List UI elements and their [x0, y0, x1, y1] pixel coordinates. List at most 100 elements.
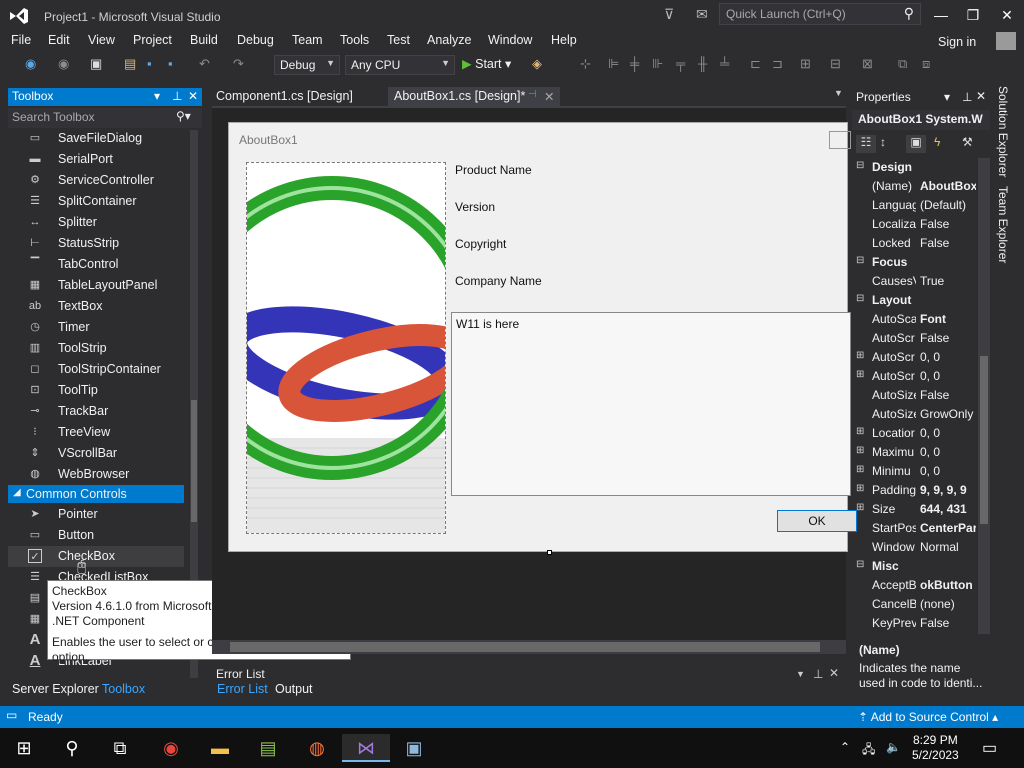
pin-icon[interactable]: ⊥: [962, 90, 972, 104]
tab-solution-explorer[interactable]: Solution Explorer: [996, 86, 1010, 177]
account-icon[interactable]: [996, 32, 1016, 50]
menu-debug[interactable]: Debug: [237, 33, 274, 47]
new-project-icon[interactable]: ▣: [90, 56, 102, 72]
property-value[interactable]: False: [920, 236, 976, 250]
property-value[interactable]: Font: [920, 312, 976, 326]
toolbox-item-tooltip[interactable]: ⊡ ToolTip: [8, 380, 184, 401]
chevron-up-icon[interactable]: ⌃: [840, 740, 850, 754]
expand-icon[interactable]: ⊞: [856, 483, 864, 494]
tab-output[interactable]: Output: [275, 682, 313, 696]
designer-scroll-thumb[interactable]: [230, 642, 820, 652]
property-row[interactable]: AutoSize GrowOnly: [852, 405, 976, 424]
notepad-plus-icon[interactable]: ▤: [254, 734, 282, 762]
align-centers-icon[interactable]: ╪: [630, 56, 639, 71]
dropdown-icon[interactable]: ▼: [796, 669, 805, 679]
menu-window[interactable]: Window: [488, 33, 532, 47]
property-value[interactable]: (none): [920, 597, 976, 611]
toolbox-item-treeview[interactable]: ⁝ TreeView: [8, 422, 184, 443]
feedback-icon[interactable]: ✉: [696, 6, 708, 23]
toolbox-item-splitter[interactable]: ↔ Splitter: [8, 212, 184, 233]
product-name-label[interactable]: Product Name: [455, 163, 532, 177]
property-row[interactable]: ⊞ AutoScr 0, 0: [852, 367, 976, 386]
toolbox-item-servicecontroller[interactable]: ⚙ ServiceController: [8, 170, 184, 191]
toolbox-item-toolstrip[interactable]: ▥ ToolStrip: [8, 338, 184, 359]
property-value[interactable]: 0, 0: [920, 464, 976, 478]
notifications-icon[interactable]: ▭: [982, 738, 997, 758]
toolbox-item-splitcontainer[interactable]: ☰ SplitContainer: [8, 191, 184, 212]
network-icon[interactable]: 🖧: [862, 740, 875, 761]
windows-start-icon[interactable]: ⊞: [10, 734, 38, 762]
toolbox-search-input[interactable]: Search Toolbox ⚲▾: [8, 108, 202, 128]
close-icon[interactable]: ✕: [544, 89, 554, 104]
quick-launch-input[interactable]: Quick Launch (Ctrl+Q) ⚲: [719, 3, 921, 25]
ok-button[interactable]: OK: [777, 510, 857, 532]
start-button[interactable]: ▶ Start ▾: [462, 56, 511, 71]
spacing-icon[interactable]: ⊞: [800, 56, 811, 72]
volume-icon[interactable]: 🔈: [886, 740, 901, 754]
close-icon[interactable]: ✕: [976, 89, 986, 103]
platform-select[interactable]: Any CPU ▼: [345, 55, 455, 75]
property-value[interactable]: Normal: [920, 540, 976, 554]
property-row[interactable]: ⊞ Minimu 0, 0: [852, 462, 976, 481]
property-row[interactable]: Locked False: [852, 234, 976, 253]
property-value[interactable]: False: [920, 616, 976, 630]
close-icon[interactable]: ✕: [188, 89, 198, 103]
aboutbox-form[interactable]: AboutBox1 Product Name Version Copyright…: [228, 122, 857, 552]
configuration-select[interactable]: Debug ▼: [274, 55, 340, 75]
property-row[interactable]: Localiza False: [852, 215, 976, 234]
dropdown-icon[interactable]: ▾: [154, 89, 160, 103]
collapse-icon[interactable]: ⊟: [856, 255, 864, 266]
spacing-icon[interactable]: ⊠: [862, 56, 873, 72]
add-to-source-control-button[interactable]: ⇡ Add to Source Control ▴: [858, 710, 998, 724]
property-row[interactable]: AutoSca Font: [852, 310, 976, 329]
dropdown-icon[interactable]: ▾: [944, 90, 950, 104]
open-file-icon[interactable]: ▤: [124, 56, 136, 72]
find-in-files-icon[interactable]: ◈: [532, 56, 542, 72]
property-row[interactable]: ⊞ Padding 9, 9, 9, 9: [852, 481, 976, 500]
align-bottoms-icon[interactable]: ╧: [720, 56, 729, 71]
property-category[interactable]: ⊟ Layout: [852, 291, 976, 310]
make-same-width-icon[interactable]: ⊏: [750, 56, 761, 72]
toolbox-item-textbox[interactable]: ab TextBox: [8, 296, 184, 317]
tab-overflow-icon[interactable]: ▼: [834, 88, 843, 98]
back-icon[interactable]: ◉: [25, 56, 36, 72]
close-button[interactable]: ✕: [992, 4, 1022, 26]
task-view-icon[interactable]: ⧉: [106, 734, 134, 762]
make-same-height-icon[interactable]: ⊐: [772, 56, 783, 72]
property-row[interactable]: KeyPrev False: [852, 614, 976, 633]
toolbox-item-statusstrip[interactable]: ⊢ StatusStrip: [8, 233, 184, 254]
notification-filter-icon[interactable]: ⊽: [664, 6, 674, 23]
align-lefts-icon[interactable]: ⊫: [608, 56, 619, 72]
undo-icon[interactable]: ↶: [199, 56, 210, 72]
properties-object-selector[interactable]: AboutBox1 System.W: [852, 110, 990, 130]
chrome-icon[interactable]: ◉: [157, 734, 185, 762]
toolbox-group-common-controls[interactable]: ◢ Common Controls: [8, 485, 184, 503]
property-row[interactable]: Window Normal: [852, 538, 976, 557]
version-label[interactable]: Version: [455, 200, 495, 214]
property-value[interactable]: 644, 431: [920, 502, 976, 516]
tab-aboutbox1-design[interactable]: AboutBox1.cs [Design]* ⊣ ✕: [388, 87, 560, 106]
expand-icon[interactable]: ⊞: [856, 445, 864, 456]
logo-picturebox[interactable]: [246, 162, 446, 534]
spacing-icon[interactable]: ⊟: [830, 56, 841, 72]
pin-icon[interactable]: ⊣: [528, 89, 537, 100]
property-row[interactable]: AutoScr False: [852, 329, 976, 348]
system-clock[interactable]: 8:29 PM 5/2/2023: [912, 733, 959, 763]
property-row[interactable]: (Name) AboutBox: [852, 177, 976, 196]
menu-team[interactable]: Team: [292, 33, 323, 47]
property-value[interactable]: AboutBox: [920, 179, 976, 193]
company-name-label[interactable]: Company Name: [455, 274, 542, 288]
expand-icon[interactable]: ⊞: [856, 502, 864, 513]
collapse-icon[interactable]: ⊟: [856, 559, 864, 570]
visual-studio-taskbar-icon[interactable]: ⋈: [342, 734, 390, 762]
firefox-icon[interactable]: ◍: [303, 734, 331, 762]
sign-in-link[interactable]: Sign in: [938, 35, 976, 49]
form-app-icon[interactable]: ▣: [400, 734, 428, 762]
toolbox-item-tabcontrol[interactable]: ▔ TabControl: [8, 254, 184, 275]
property-row[interactable]: ⊞ Size 644, 431: [852, 500, 976, 519]
minimize-button[interactable]: —: [926, 4, 956, 26]
property-row[interactable]: CancelB (none): [852, 595, 976, 614]
toolbox-item-vscrollbar[interactable]: ⇕ VScrollBar: [8, 443, 184, 464]
collapse-icon[interactable]: ⊟: [856, 160, 864, 171]
bring-to-front-icon[interactable]: ⧉: [898, 56, 907, 72]
